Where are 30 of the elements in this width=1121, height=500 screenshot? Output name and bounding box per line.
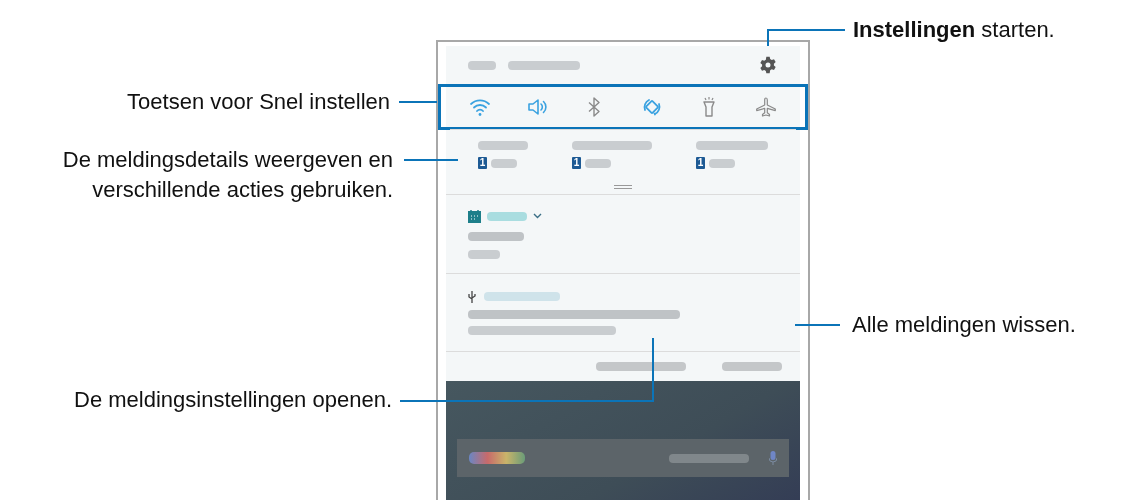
settings-icon[interactable] [758, 55, 778, 75]
sim-badge: 1 [572, 157, 581, 169]
callout-text: Toetsen voor Snel instellen [126, 88, 390, 116]
sim-badge: 1 [696, 157, 705, 169]
blurred-text [696, 141, 768, 150]
blurred-text [468, 231, 524, 241]
blurred-text [468, 249, 500, 259]
drag-handle[interactable] [614, 185, 632, 189]
blurred-text [709, 158, 735, 168]
chevron-down-icon[interactable] [533, 213, 542, 219]
blurred-text [508, 60, 580, 70]
microphone-icon[interactable] [769, 451, 777, 465]
blurred-text [468, 60, 496, 70]
airplane-icon[interactable] [753, 95, 778, 119]
blurred-text [487, 211, 527, 221]
blurred-text [478, 141, 528, 150]
callout-text: De meldingsdetails weergeven en verschillende acties gebruiken. [61, 146, 393, 204]
callout-text: Instellingen starten. [853, 16, 1055, 44]
leader-line [399, 101, 437, 103]
leader-line [795, 324, 840, 326]
blurred-logo [469, 452, 525, 464]
leader-line [404, 159, 458, 161]
sim-badge: 1 [478, 157, 487, 169]
callout-text: Alle meldingen wissen. [852, 311, 1076, 339]
blurred-text [491, 158, 517, 168]
search-bar[interactable] [457, 439, 789, 477]
blurred-text [585, 158, 611, 168]
callout-text: De meldingsinstellingen openen. [73, 386, 392, 414]
calendar-icon [468, 209, 481, 223]
usb-icon [468, 290, 476, 303]
